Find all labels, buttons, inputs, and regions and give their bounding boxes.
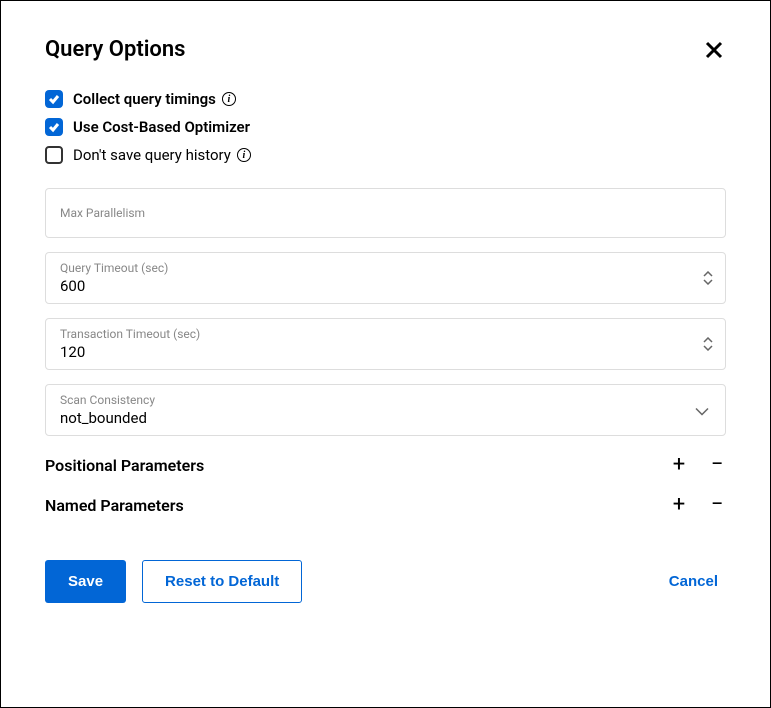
positional-params-controls: + −: [670, 454, 726, 476]
chevron-up-icon[interactable]: [703, 271, 713, 277]
chevron-up-icon[interactable]: [703, 337, 713, 343]
transaction-timeout-field[interactable]: Transaction Timeout (sec) 120: [45, 318, 726, 370]
collect-timings-label: Collect query timings i: [73, 90, 236, 108]
reset-button[interactable]: Reset to Default: [142, 560, 302, 603]
chevron-down-icon[interactable]: [703, 345, 713, 351]
collect-timings-checkbox[interactable]: [45, 90, 63, 108]
query-timeout-spinner: [703, 271, 713, 285]
modal-title: Query Options: [45, 37, 186, 62]
use-cbo-row: Use Cost-Based Optimizer: [45, 118, 726, 136]
chevron-down-icon: [695, 408, 709, 416]
checkmark-icon: [48, 121, 60, 133]
transaction-timeout-value: 120: [60, 343, 711, 361]
named-params-controls: + −: [670, 494, 726, 516]
info-icon[interactable]: i: [222, 92, 236, 106]
dont-save-history-row: Don't save query history i: [45, 146, 726, 164]
max-parallelism-label: Max Parallelism: [60, 206, 145, 220]
positional-params-label: Positional Parameters: [45, 456, 204, 475]
positional-params-row: Positional Parameters + −: [45, 454, 726, 476]
modal-footer: Save Reset to Default Cancel: [45, 560, 726, 603]
add-named-param-button[interactable]: +: [670, 494, 688, 516]
query-options-modal: Query Options Collect query timings i Us…: [0, 0, 771, 708]
scan-consistency-value: not_bounded: [60, 409, 711, 427]
named-params-row: Named Parameters + −: [45, 494, 726, 516]
named-params-label: Named Parameters: [45, 496, 184, 515]
dont-save-history-checkbox[interactable]: [45, 146, 63, 164]
info-icon[interactable]: i: [237, 148, 251, 162]
use-cbo-checkbox[interactable]: [45, 118, 63, 136]
remove-positional-param-button[interactable]: −: [708, 454, 726, 476]
query-timeout-label: Query Timeout (sec): [60, 261, 711, 275]
dont-save-history-label: Don't save query history i: [73, 146, 251, 164]
transaction-timeout-spinner: [703, 337, 713, 351]
checkmark-icon: [48, 93, 60, 105]
close-icon: [705, 41, 723, 59]
fields-section: Max Parallelism Query Timeout (sec) 600 …: [45, 188, 726, 436]
query-timeout-field[interactable]: Query Timeout (sec) 600: [45, 252, 726, 304]
query-timeout-value: 600: [60, 277, 711, 295]
cancel-button[interactable]: Cancel: [661, 561, 726, 602]
modal-header: Query Options: [45, 37, 726, 62]
footer-left: Save Reset to Default: [45, 560, 302, 603]
remove-named-param-button[interactable]: −: [708, 494, 726, 516]
add-positional-param-button[interactable]: +: [670, 454, 688, 476]
chevron-down-icon[interactable]: [703, 279, 713, 285]
collect-timings-row: Collect query timings i: [45, 90, 726, 108]
use-cbo-label: Use Cost-Based Optimizer: [73, 118, 250, 136]
close-button[interactable]: [702, 38, 726, 62]
max-parallelism-field[interactable]: Max Parallelism: [45, 188, 726, 238]
save-button[interactable]: Save: [45, 560, 126, 603]
scan-consistency-field[interactable]: Scan Consistency not_bounded: [45, 384, 726, 436]
scan-consistency-dropdown[interactable]: [695, 401, 709, 420]
scan-consistency-label: Scan Consistency: [60, 393, 711, 407]
transaction-timeout-label: Transaction Timeout (sec): [60, 327, 711, 341]
